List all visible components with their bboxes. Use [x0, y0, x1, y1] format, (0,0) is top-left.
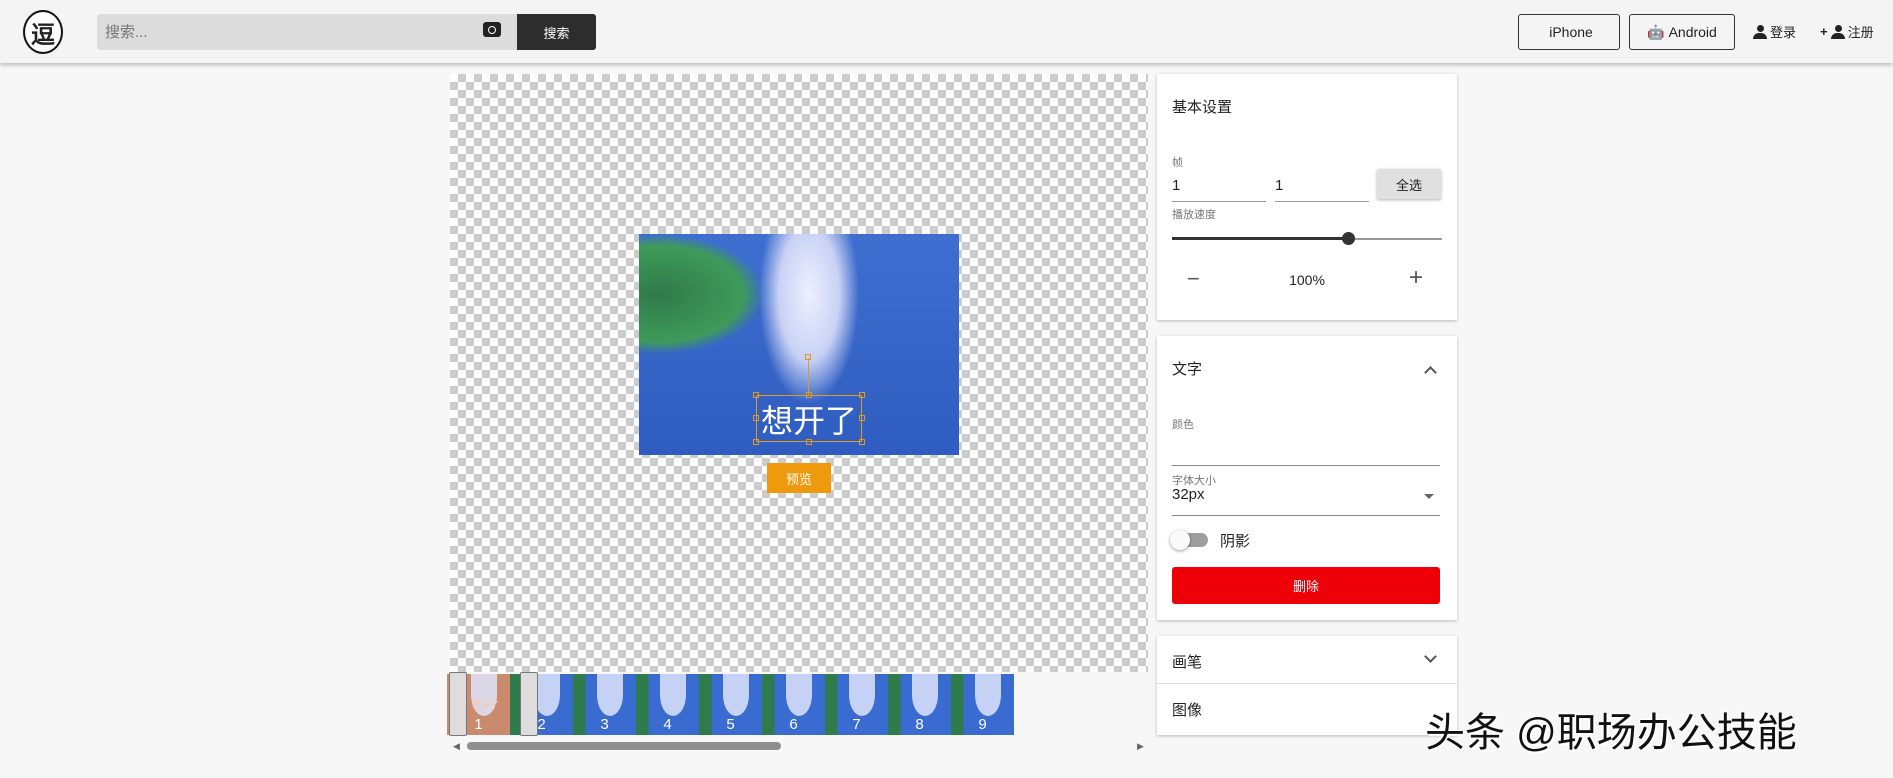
font-size-select[interactable]: 32px	[1172, 486, 1440, 516]
search-button[interactable]: 搜索	[517, 14, 596, 50]
dropdown-arrow-icon	[1424, 494, 1434, 504]
slider-thumb[interactable]	[1342, 232, 1355, 245]
android-icon: 🤖	[1647, 23, 1665, 40]
rotate-handle[interactable]	[805, 354, 811, 360]
brush-panel-header[interactable]: 画笔	[1157, 636, 1457, 684]
rotate-line	[808, 358, 809, 395]
login-link[interactable]: 登录	[1753, 22, 1796, 41]
resize-handle[interactable]	[806, 439, 812, 445]
range-start-handle[interactable]	[449, 672, 467, 736]
watermark: 头条 @职场办公技能	[1425, 711, 1797, 755]
shadow-label: 阴影	[1220, 533, 1251, 550]
resize-handle[interactable]	[806, 392, 812, 398]
basic-settings-panel: 基本设置 帧 全选 播放速度 − 100% +	[1157, 74, 1457, 320]
frame1-overlay-text: 想开了	[472, 700, 500, 710]
increase-speed-button[interactable]: +	[1409, 264, 1423, 292]
panel-title: 基本设置	[1172, 99, 1233, 116]
frame-strip: 1 2 3 4 5 6 7 8 9	[447, 674, 1148, 735]
resize-handle[interactable]	[753, 415, 759, 421]
frame-thumb[interactable]: 7	[825, 674, 888, 735]
resize-handle[interactable]	[753, 439, 759, 445]
top-bar: 逗 搜索 iPhone 🤖Android 登录 + 注册	[0, 0, 1893, 63]
preview-button[interactable]: 预览	[767, 463, 831, 493]
scroll-right-icon[interactable]: ▶	[1137, 741, 1144, 752]
resize-handle[interactable]	[753, 392, 759, 398]
register-label: 注册	[1847, 25, 1874, 40]
text-panel: 文字 颜色 字体大小 32px 阴影 删除	[1157, 336, 1457, 620]
panel-title: 图像	[1172, 702, 1203, 719]
collapsed-panels: 画笔 图像	[1157, 636, 1457, 735]
frame-label: 帧	[1172, 157, 1183, 169]
site-logo[interactable]: 逗	[23, 10, 63, 54]
frame-thumb[interactable]: 9	[951, 674, 1014, 735]
iphone-button[interactable]: iPhone	[1518, 14, 1620, 50]
frame-thumb[interactable]: 6	[762, 674, 825, 735]
login-label: 登录	[1770, 25, 1797, 40]
android-button[interactable]: 🤖 Android	[1629, 14, 1735, 50]
iphone-label: iPhone	[1549, 24, 1593, 40]
frame-end-input[interactable]	[1275, 170, 1369, 202]
range-end-handle[interactable]	[520, 672, 538, 736]
register-link[interactable]: + 注册	[1820, 22, 1874, 41]
frame-thumb[interactable]: 3	[573, 674, 636, 735]
frame-thumb[interactable]: 8	[888, 674, 951, 735]
plus-icon: +	[1820, 24, 1828, 39]
select-all-button[interactable]: 全选	[1377, 169, 1441, 199]
frame-thumb[interactable]: 4	[636, 674, 699, 735]
horizontal-scrollbar[interactable]	[467, 742, 781, 750]
image-panel-header[interactable]: 图像	[1157, 684, 1457, 735]
shadow-toggle[interactable]	[1170, 530, 1208, 550]
frame-start-input[interactable]	[1172, 170, 1266, 202]
text-overlay[interactable]: 想开了	[756, 395, 862, 442]
panel-title: 画笔	[1172, 654, 1203, 671]
chevron-up-icon[interactable]	[1424, 366, 1437, 379]
person-icon	[1753, 24, 1767, 39]
android-label: Android	[1668, 24, 1717, 40]
search-input[interactable]	[97, 14, 517, 50]
panel-title: 文字	[1172, 361, 1203, 378]
person-add-icon	[1830, 24, 1845, 39]
resize-handle[interactable]	[859, 415, 865, 421]
camera-icon[interactable]	[483, 22, 501, 37]
frame-thumb[interactable]: 5	[699, 674, 762, 735]
resize-handle[interactable]	[859, 439, 865, 445]
speed-label: 播放速度	[1172, 209, 1216, 221]
resize-handle[interactable]	[859, 392, 865, 398]
delete-button[interactable]: 删除	[1172, 567, 1440, 604]
speed-slider[interactable]	[1172, 232, 1442, 245]
chevron-down-icon	[1424, 650, 1437, 663]
scroll-left-icon[interactable]: ◀	[453, 741, 460, 752]
color-input[interactable]	[1172, 429, 1440, 466]
